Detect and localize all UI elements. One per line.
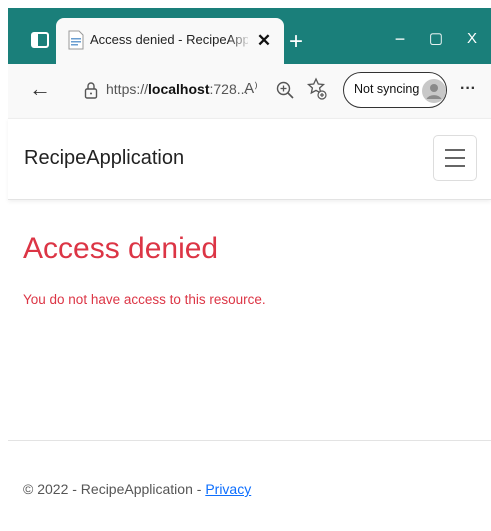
site-brand-link[interactable]: RecipeApplication <box>24 147 184 170</box>
address-bar[interactable]: https://localhost:728... <box>106 81 248 97</box>
footer-copyright: © 2022 - RecipeApplication - <box>23 481 206 497</box>
url-prefix: https:// <box>106 81 149 97</box>
browser-tab[interactable]: Access denied - RecipeApplication ✕ <box>56 18 284 64</box>
page-title: Access denied <box>23 232 219 265</box>
new-tab-button[interactable]: + <box>284 30 308 56</box>
privacy-link[interactable]: Privacy <box>205 481 251 497</box>
window-icon[interactable] <box>30 30 50 50</box>
lock-icon[interactable] <box>84 81 98 99</box>
profile-sync-button[interactable]: Not syncing <box>343 72 447 108</box>
tab-close-button[interactable]: ✕ <box>254 31 274 51</box>
browser-titlebar: Access denied - RecipeApplication ✕ + − … <box>8 8 491 64</box>
tab-title: Access denied - RecipeApplication <box>90 32 248 47</box>
avatar-icon <box>422 79 446 103</box>
minimize-button[interactable]: − <box>392 30 408 50</box>
favorites-icon[interactable] <box>306 77 328 101</box>
site-navbar: RecipeApplication <box>8 118 491 200</box>
back-button[interactable]: ← <box>28 78 52 102</box>
zoom-icon[interactable] <box>274 79 296 101</box>
sync-status-label: Not syncing <box>354 82 420 96</box>
url-host: localhost <box>148 81 210 97</box>
hamburger-menu-icon <box>445 149 465 167</box>
page-favicon-icon <box>68 30 84 50</box>
error-message: You do not have access to this resource. <box>23 292 266 307</box>
browser-toolbar: ← https://localhost:728... A⁾ Not syncin… <box>8 64 491 118</box>
footer-divider <box>8 440 491 441</box>
site-footer: © 2022 - RecipeApplication - Privacy <box>23 481 251 497</box>
maximize-button[interactable]: ▢ <box>428 30 444 50</box>
more-options-button[interactable]: ··· <box>456 78 480 102</box>
read-aloud-icon[interactable]: A⁾ <box>240 79 262 101</box>
window-close-button[interactable]: X <box>464 30 480 50</box>
navbar-toggle-button[interactable] <box>433 135 477 181</box>
